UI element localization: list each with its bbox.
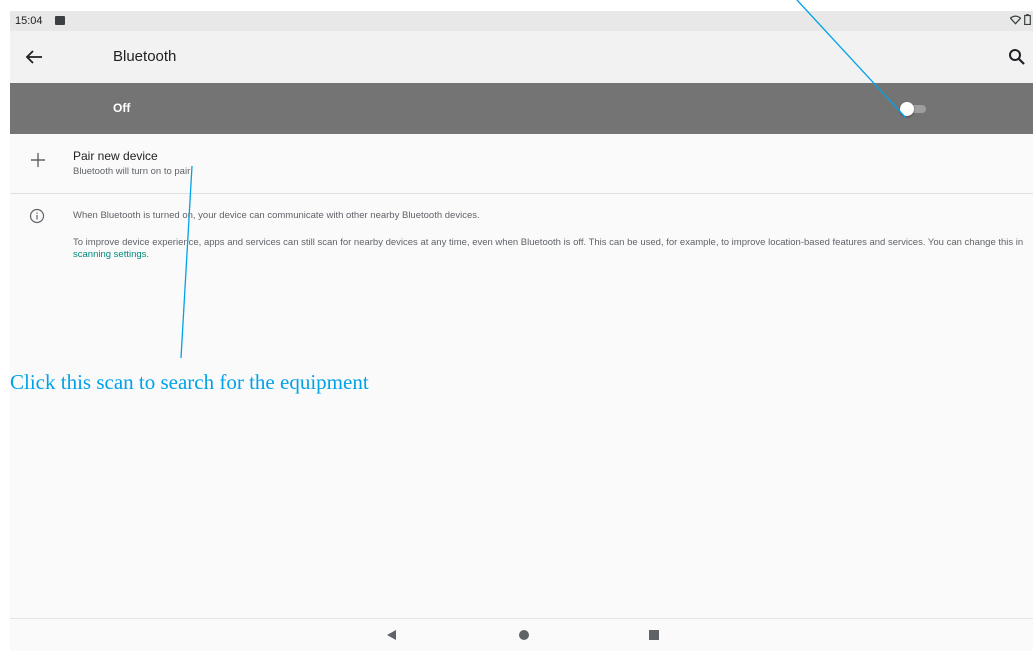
pair-new-device-title: Pair new device: [73, 149, 158, 163]
wifi-icon: [1010, 14, 1021, 25]
bluetooth-master-switch-bar[interactable]: Off: [10, 83, 1033, 134]
arrow-back-icon: [25, 50, 42, 64]
page-title: Bluetooth: [113, 48, 177, 65]
pair-new-device-row[interactable]: Pair new device Bluetooth will turn on t…: [10, 134, 1033, 192]
search-button[interactable]: [1005, 45, 1029, 69]
navigation-bar: [10, 619, 1033, 651]
app-toolbar: Bluetooth: [10, 31, 1033, 83]
status-right-icons: [1010, 14, 1031, 25]
plus-icon: [29, 151, 47, 169]
status-time: 15:04: [15, 15, 43, 27]
pair-new-device-subtitle: Bluetooth will turn on to pair: [73, 166, 191, 177]
back-button[interactable]: [22, 45, 46, 69]
switch-state-label: Off: [113, 101, 131, 115]
nav-recents-icon[interactable]: [649, 630, 659, 640]
battery-icon: [1024, 14, 1031, 25]
status-bar: 15:04: [10, 11, 1033, 31]
nav-back-icon[interactable]: [387, 630, 396, 640]
search-icon: [1009, 49, 1025, 65]
info-text-scanning-end: .: [146, 249, 150, 260]
section-divider: [10, 193, 1033, 194]
nav-home-icon[interactable]: [519, 630, 529, 640]
android-screen: 15:04 Bluetooth Off Pair new device Blue…: [10, 11, 1033, 651]
toggle-thumb: [900, 102, 914, 116]
bluetooth-toggle[interactable]: [900, 102, 928, 116]
info-icon: [29, 208, 45, 224]
info-text-bluetooth-on: When Bluetooth is turned on, your device…: [73, 210, 480, 221]
info-text-scanning: To improve device experience, apps and s…: [73, 237, 1033, 261]
image-notification-icon: [55, 16, 65, 25]
scanning-settings-link[interactable]: scanning settings: [73, 249, 146, 260]
annotation-caption: Click this scan to search for the equipm…: [10, 370, 369, 394]
info-text-scanning-body: To improve device experience, apps and s…: [73, 237, 1024, 248]
